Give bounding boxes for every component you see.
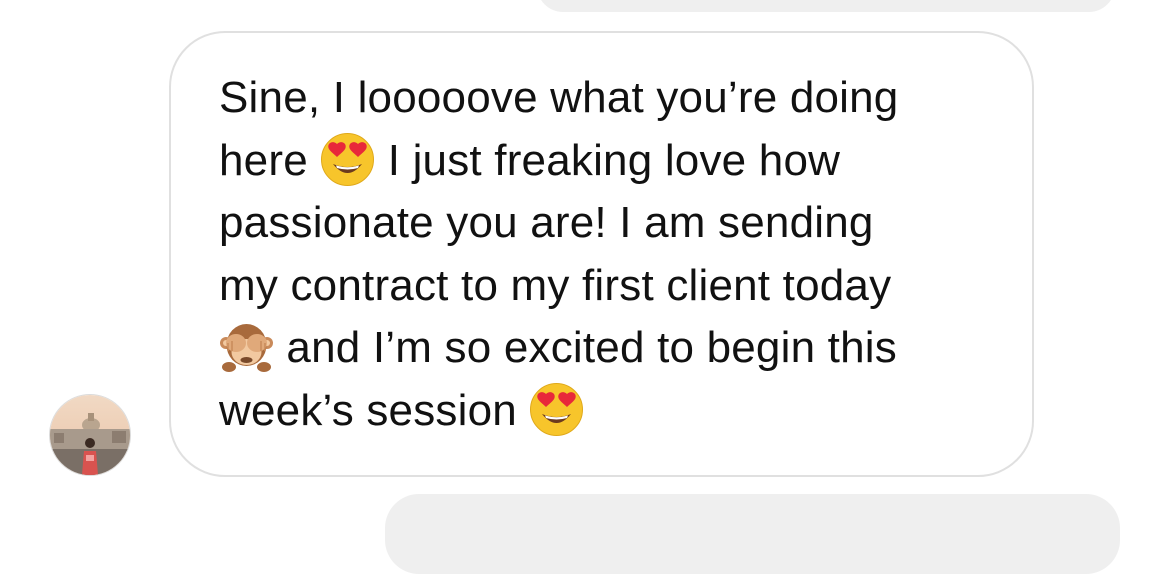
heart-eyes-emoji-icon <box>529 382 584 437</box>
message-line: Sine, I looooove what you’re doing <box>219 67 1019 130</box>
sender-avatar[interactable] <box>49 394 131 476</box>
avatar-photo-icon <box>50 395 130 475</box>
message-line: week’s session <box>219 380 1019 443</box>
message-line-text: Sine, I looooove what you’re doing <box>219 73 899 122</box>
message-text: Sine, I looooove what you’re doing here … <box>219 67 1019 442</box>
message-line-text: and I’m so excited to begin this <box>274 323 897 372</box>
message-line: and I’m so excited to begin this <box>219 317 1019 380</box>
message-line-text: here <box>219 135 321 185</box>
message-line-text: my contract to my first client today <box>219 260 892 310</box>
message-line-text: passionate you are! I am sending <box>219 198 874 247</box>
message-line-text: week’s session <box>219 385 530 435</box>
see-no-evil-monkey-emoji-icon <box>219 319 274 374</box>
heart-eyes-emoji-icon <box>320 132 375 187</box>
message-bubble[interactable]: Sine, I looooove what you’re doing here … <box>169 31 1034 477</box>
previous-message-bubble <box>537 0 1115 12</box>
message-line-text: I just freaking love how <box>375 135 841 185</box>
next-message-bubble <box>385 494 1120 574</box>
message-line: here I just freaking love how <box>219 130 1019 193</box>
message-line: my contract to my first client today <box>219 255 1019 318</box>
message-line: passionate you are! I am sending <box>219 192 1019 255</box>
